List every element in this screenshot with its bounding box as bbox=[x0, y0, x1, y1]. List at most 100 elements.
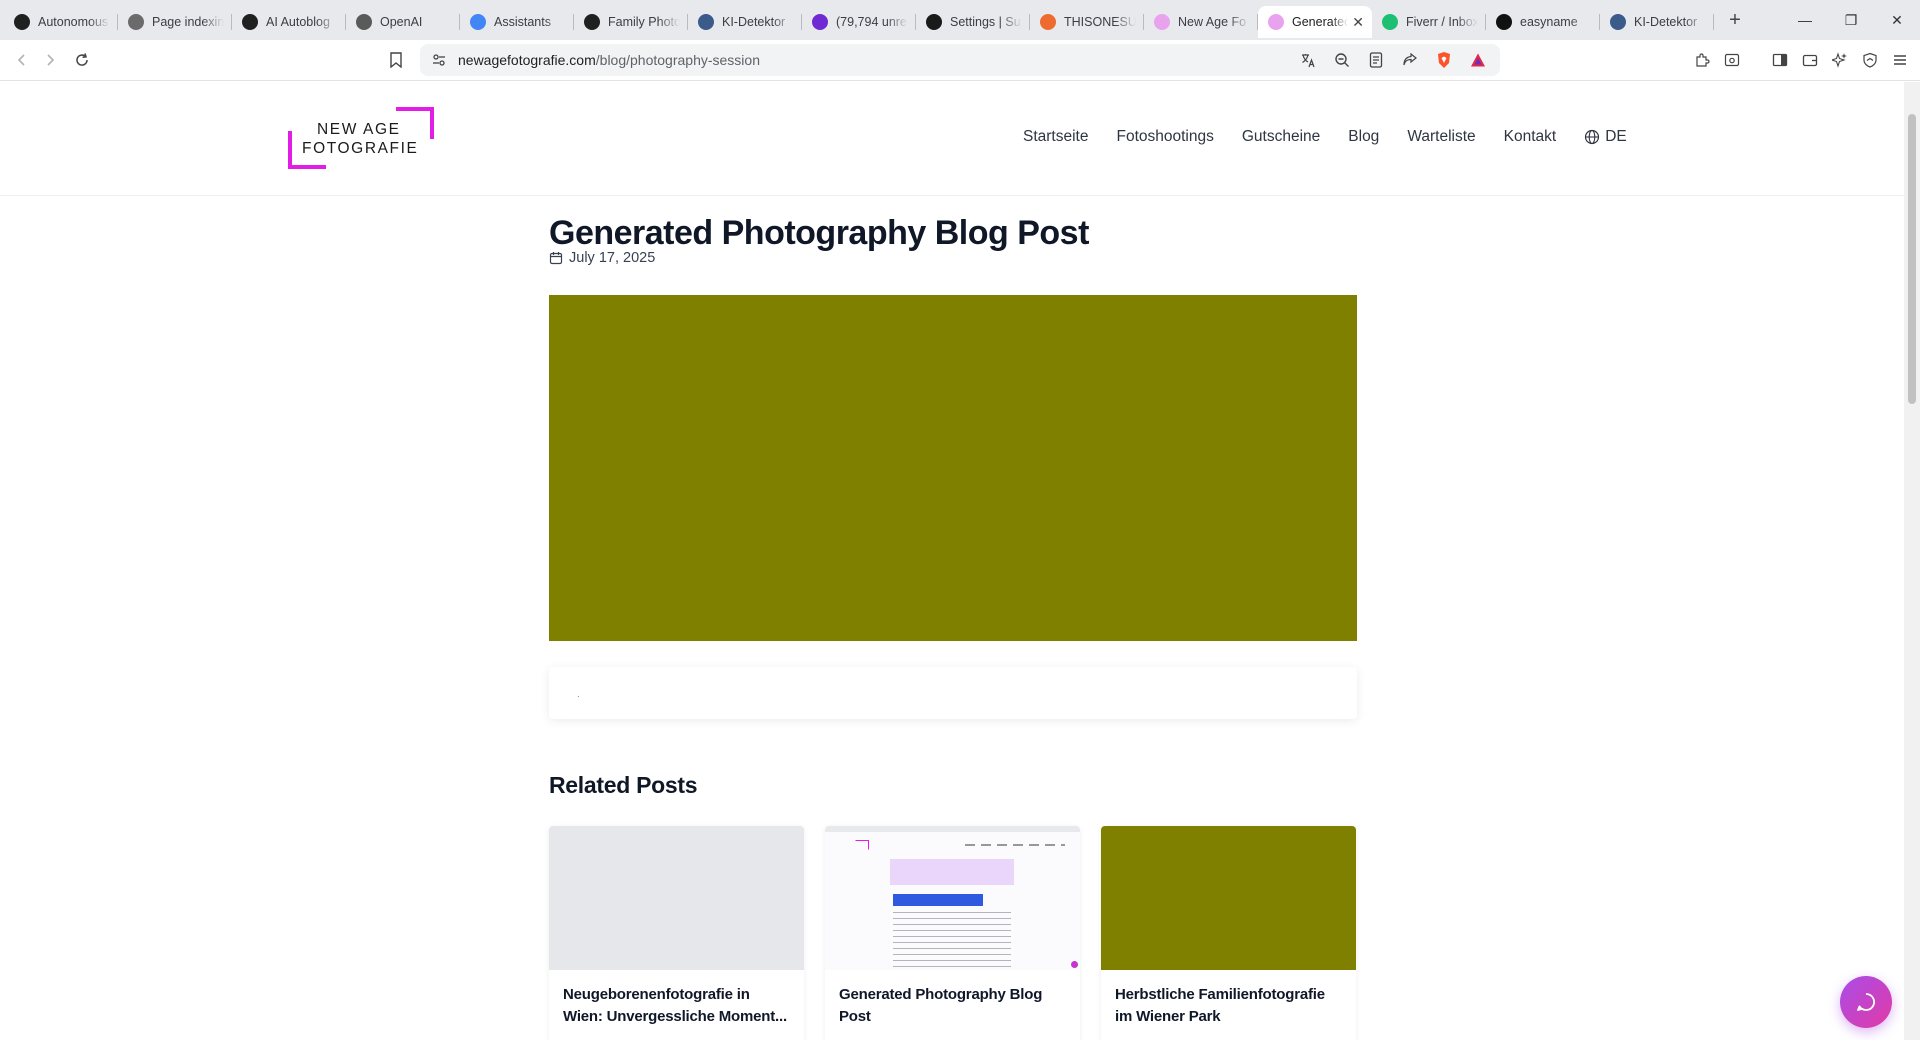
browser-tab[interactable]: Family Photo bbox=[574, 6, 688, 38]
browser-tab[interactable]: Autonomous bbox=[4, 6, 118, 38]
related-post-card[interactable]: Neugeborenenfotografie in Wien: Unverges… bbox=[549, 826, 804, 1040]
window-controls: — ❐ ✕ bbox=[1782, 0, 1920, 40]
thumbnail-detail bbox=[965, 844, 1065, 846]
related-post-title[interactable]: Herbstliche Familienfotografie im Wiener… bbox=[1101, 970, 1356, 1028]
related-post-title-line: Generated Photography Blog bbox=[839, 986, 1043, 1003]
zoom-out-icon[interactable] bbox=[1328, 46, 1356, 74]
thumbnail-detail bbox=[825, 826, 1080, 832]
browser-tab-title: KI-Detektor bbox=[722, 15, 786, 29]
page-scrollbar[interactable] bbox=[1904, 82, 1920, 1040]
language-label: DE bbox=[1605, 128, 1627, 145]
browser-tab-title: Generated bbox=[1292, 15, 1349, 29]
openai-icon bbox=[584, 14, 600, 30]
back-icon[interactable] bbox=[8, 46, 36, 74]
calendar-icon bbox=[549, 252, 563, 265]
nav-item-kontakt[interactable]: Kontakt bbox=[1504, 128, 1557, 146]
browser-tab[interactable]: (79,794 unread) bbox=[802, 6, 916, 38]
nav-item-blog[interactable]: Blog bbox=[1348, 128, 1379, 146]
site-logo[interactable]: NEW AGE FOTOGRAFIE bbox=[288, 107, 434, 171]
translate-icon[interactable] bbox=[1294, 46, 1322, 74]
related-post-thumbnail[interactable] bbox=[549, 826, 804, 970]
close-tab-icon[interactable]: ✕ bbox=[1352, 14, 1364, 31]
browser-tab[interactable]: easyname bbox=[1486, 6, 1600, 38]
related-post-thumbnail[interactable] bbox=[1101, 826, 1356, 970]
supabase-icon bbox=[926, 14, 942, 30]
browser-tab[interactable]: Settings | Su bbox=[916, 6, 1030, 38]
menu-icon[interactable] bbox=[1886, 46, 1914, 74]
extensions-icon[interactable] bbox=[1688, 46, 1716, 74]
browser-tab-title: Settings | Su bbox=[950, 15, 1021, 29]
browser-tab-title: Autonomous bbox=[38, 15, 109, 29]
browser-tab[interactable]: Assistants bbox=[460, 6, 574, 38]
tab-search-icon[interactable] bbox=[1718, 46, 1746, 74]
browser-tab[interactable]: THISONESU bbox=[1030, 6, 1144, 38]
assistant-icon bbox=[470, 14, 486, 30]
browser-tab-title: Assistants bbox=[494, 15, 551, 29]
sidebar-icon[interactable] bbox=[1766, 46, 1794, 74]
reader-mode-icon[interactable] bbox=[1362, 46, 1390, 74]
nav-item-gutscheine[interactable]: Gutscheine bbox=[1242, 128, 1320, 146]
browser-tab[interactable]: Page indexing bbox=[118, 6, 232, 38]
openai-icon bbox=[14, 14, 30, 30]
bookmark-icon[interactable] bbox=[382, 46, 410, 74]
site-info-icon[interactable] bbox=[432, 53, 446, 67]
browser-tab[interactable]: KI-Detektor bbox=[1600, 6, 1714, 38]
browser-toolbar: newagefotografie.com/blog/photography-se… bbox=[0, 40, 1920, 81]
browser-tab[interactable]: Generated ✕ bbox=[1258, 6, 1372, 38]
chat-button[interactable] bbox=[1840, 976, 1892, 1028]
browser-tab-title: New Age Fo bbox=[1178, 15, 1247, 29]
nav-item-startseite[interactable]: Startseite bbox=[1023, 128, 1088, 146]
related-post-title-line: Post bbox=[839, 1008, 871, 1025]
easyname-icon bbox=[1496, 14, 1512, 30]
browser-tab[interactable]: Fiverr / Inbox bbox=[1372, 6, 1486, 38]
browser-tab-title: Family Photo bbox=[608, 15, 680, 29]
related-post-thumbnail[interactable] bbox=[825, 826, 1080, 970]
related-posts-grid: Neugeborenenfotografie in Wien: Unverges… bbox=[549, 826, 1356, 1040]
language-switcher[interactable]: DE bbox=[1584, 128, 1627, 146]
wallet-icon[interactable] bbox=[1796, 46, 1824, 74]
browser-tab-title: (79,794 unread) bbox=[836, 15, 908, 29]
post-title: Generated Photography Blog Post bbox=[549, 214, 1089, 252]
browser-tab[interactable]: AI Autoblog bbox=[232, 6, 346, 38]
related-post-card[interactable]: Herbstliche Familienfotografie im Wiener… bbox=[1101, 826, 1356, 1040]
nav-item-warteliste[interactable]: Warteliste bbox=[1407, 128, 1475, 146]
post-date: July 17, 2025 bbox=[549, 250, 655, 266]
url-path: /blog/photography-session bbox=[595, 52, 760, 68]
browser-tab-title: AI Autoblog bbox=[266, 15, 330, 29]
openai-icon bbox=[242, 14, 258, 30]
new-tab-button[interactable]: + bbox=[1720, 5, 1750, 35]
minimize-button[interactable]: — bbox=[1782, 0, 1828, 40]
reload-icon[interactable] bbox=[68, 46, 96, 74]
browser-tab-title: Page indexing bbox=[152, 15, 224, 29]
logo-bracket-top-right bbox=[396, 107, 434, 139]
leo-ai-icon[interactable] bbox=[1826, 46, 1854, 74]
fiverr-icon bbox=[1382, 14, 1398, 30]
thumbnail-detail bbox=[893, 894, 983, 906]
forward-icon[interactable] bbox=[36, 46, 64, 74]
brave-shields-icon[interactable] bbox=[1430, 46, 1458, 74]
restore-button[interactable]: ❐ bbox=[1828, 0, 1874, 40]
related-post-card[interactable]: Generated Photography Blog Post bbox=[825, 826, 1080, 1040]
related-post-title[interactable]: Neugeborenenfotografie in Wien: Unverges… bbox=[549, 970, 804, 1028]
related-post-title-line: Wien: Unvergessliche Moment... bbox=[563, 1008, 787, 1025]
url-host: newagefotografie.com bbox=[458, 52, 596, 68]
nav-item-fotoshootings[interactable]: Fotoshootings bbox=[1116, 128, 1213, 146]
browser-tab[interactable]: OpenAI bbox=[346, 6, 460, 38]
globe-icon bbox=[1585, 129, 1600, 145]
site-icon bbox=[1154, 14, 1170, 30]
brave-rewards-icon[interactable] bbox=[1464, 46, 1492, 74]
close-window-button[interactable]: ✕ bbox=[1874, 0, 1920, 40]
vpn-shield-icon[interactable] bbox=[1856, 46, 1884, 74]
browser-tab[interactable]: KI-Detektor bbox=[688, 6, 802, 38]
share-icon[interactable] bbox=[1396, 46, 1424, 74]
related-post-title[interactable]: Generated Photography Blog Post bbox=[825, 970, 1080, 1028]
scrollbar-thumb[interactable] bbox=[1908, 114, 1916, 404]
mail-icon bbox=[812, 14, 828, 30]
address-bar[interactable]: newagefotografie.com/blog/photography-se… bbox=[420, 44, 1500, 76]
related-post-title-line: Herbstliche Familienfotografie bbox=[1115, 986, 1325, 1003]
browser-tab[interactable]: New Age Fo bbox=[1144, 6, 1258, 38]
browser-tab-title: KI-Detektor bbox=[1634, 15, 1698, 29]
thumbnail-detail bbox=[1071, 961, 1078, 968]
thumbnail-detail bbox=[893, 912, 1011, 968]
search-console-icon bbox=[128, 14, 144, 30]
